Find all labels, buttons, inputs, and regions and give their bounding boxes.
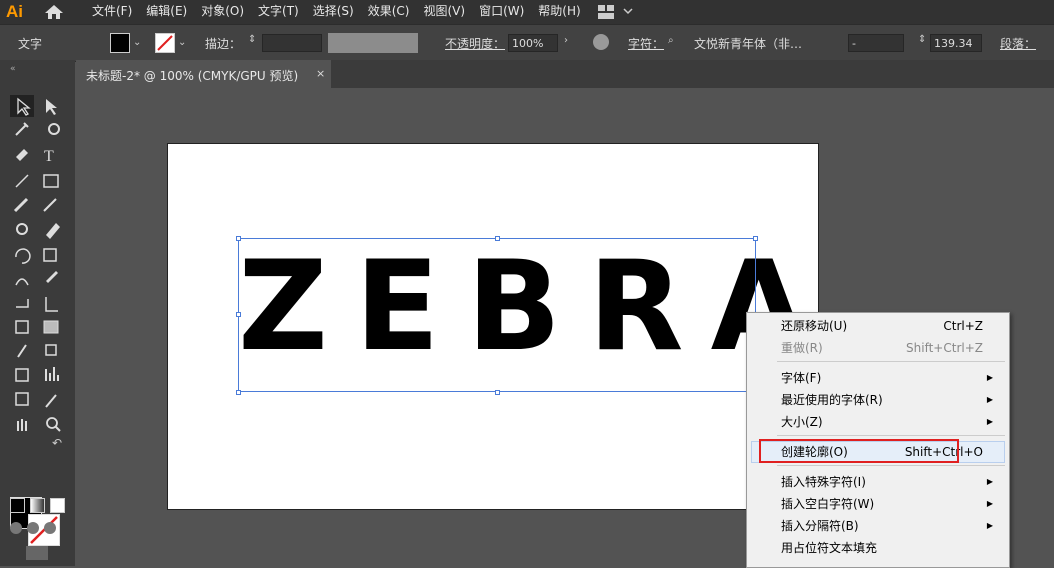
stepper-icon[interactable]: ⇕ bbox=[248, 34, 256, 45]
selection-bounding-box[interactable] bbox=[238, 238, 756, 392]
chevron-down-icon[interactable]: ⌄ bbox=[133, 37, 141, 48]
workspace-switcher-icon[interactable] bbox=[598, 5, 634, 19]
menu-bar: Ai 文件(F) 编辑(E) 对象(O) 文字(T) 选择(S) 效果(C) 视… bbox=[0, 0, 1054, 24]
menu-item-recent-fonts[interactable]: 最近使用的字体(R) ▶ bbox=[781, 390, 1001, 410]
stroke-label: 描边： bbox=[205, 37, 242, 51]
menu-effect[interactable]: 效果(C) bbox=[368, 0, 410, 24]
control-bar: 文字 ⌄ ⌄ 描边： ⇕ 不透明度： 100% › 字符： ⌕ 文悦新青年体（非… bbox=[0, 24, 1054, 62]
fill-swatch[interactable] bbox=[110, 33, 130, 53]
resize-handle[interactable] bbox=[236, 390, 241, 395]
svg-text:T: T bbox=[44, 148, 54, 165]
variable-width-profile[interactable] bbox=[328, 33, 418, 53]
resize-handle[interactable] bbox=[236, 236, 241, 241]
paragraph-label[interactable]: 段落： bbox=[1000, 35, 1036, 52]
menu-item-size[interactable]: 大小(Z) ▶ bbox=[781, 412, 1001, 432]
stepper-icon[interactable]: ⇕ bbox=[918, 34, 926, 45]
app-logo: Ai bbox=[6, 2, 23, 21]
font-style-field[interactable]: - bbox=[848, 34, 904, 52]
opacity-field[interactable]: 100% bbox=[508, 34, 558, 52]
chevron-right-icon: ▶ bbox=[986, 521, 993, 530]
menu-item-insert-break[interactable]: 插入分隔符(B) ▶ bbox=[781, 516, 1001, 536]
menu-item-font[interactable]: 字体(F) ▶ bbox=[781, 368, 1001, 388]
resize-handle[interactable] bbox=[236, 312, 241, 317]
menu-item-placeholder-text[interactable]: 用占位符文本填充 bbox=[781, 538, 1001, 558]
screen-mode-icon[interactable] bbox=[26, 546, 48, 560]
font-family-field[interactable]: 文悦新青年体（非… bbox=[694, 35, 802, 52]
menu-select[interactable]: 选择(S) bbox=[313, 0, 354, 24]
character-label[interactable]: 字符： bbox=[628, 35, 664, 52]
recolor-icon[interactable] bbox=[593, 34, 609, 50]
chevron-right-icon: ▶ bbox=[986, 395, 993, 404]
close-icon[interactable]: × bbox=[316, 67, 325, 80]
separator bbox=[777, 435, 1005, 436]
annotation-highlight bbox=[759, 439, 959, 463]
chevron-right-icon: ▶ bbox=[986, 499, 993, 508]
resize-handle[interactable] bbox=[495, 390, 500, 395]
document-tab-bar: 未标题-2* @ 100% (CMYK/GPU 预览) × bbox=[76, 60, 1054, 88]
menu-item-insert-whitespace[interactable]: 插入空白字符(W) ▶ bbox=[781, 494, 1001, 514]
menu-window[interactable]: 窗口(W) bbox=[479, 0, 524, 24]
none-mode-icon[interactable] bbox=[50, 498, 65, 513]
resize-handle[interactable] bbox=[753, 236, 758, 241]
menu-item-undo[interactable]: 还原移动(U) Ctrl+Z bbox=[781, 316, 1001, 336]
chevron-right-icon: ▶ bbox=[986, 373, 993, 382]
menu-edit[interactable]: 编辑(E) bbox=[146, 0, 187, 24]
font-size-field[interactable]: 139.34 bbox=[930, 34, 982, 52]
context-label: 文字 bbox=[18, 37, 43, 51]
resize-handle[interactable] bbox=[495, 236, 500, 241]
chevron-right-icon[interactable]: › bbox=[564, 35, 568, 46]
document-tab[interactable]: 未标题-2* @ 100% (CMYK/GPU 预览) × bbox=[76, 60, 331, 88]
chevron-down-icon[interactable]: ⌄ bbox=[178, 37, 186, 48]
search-icon[interactable]: ⌕ bbox=[668, 35, 674, 46]
home-icon[interactable] bbox=[44, 4, 64, 20]
menu-view[interactable]: 视图(V) bbox=[423, 0, 465, 24]
draw-mode-icons[interactable] bbox=[10, 522, 62, 536]
menu-type[interactable]: 文字(T) bbox=[258, 0, 299, 24]
swap-colors-icon[interactable]: ↶ bbox=[52, 436, 62, 450]
tools-panel: « T ↶ bbox=[0, 60, 75, 566]
menu-file[interactable]: 文件(F) bbox=[92, 0, 132, 24]
chevron-right-icon: ▶ bbox=[986, 417, 993, 426]
menu-item-redo: 重做(R) Shift+Ctrl+Z bbox=[781, 341, 983, 355]
menu-help[interactable]: 帮助(H) bbox=[538, 0, 580, 24]
menu-object[interactable]: 对象(O) bbox=[201, 0, 244, 24]
chevron-right-icon: ▶ bbox=[986, 477, 993, 486]
collapse-icon[interactable]: « bbox=[10, 64, 50, 74]
gradient-mode-icon[interactable] bbox=[30, 498, 45, 513]
stroke-weight-field[interactable] bbox=[262, 34, 322, 52]
separator bbox=[777, 465, 1005, 466]
tool-icons[interactable]: T bbox=[10, 95, 68, 475]
separator bbox=[777, 361, 1005, 362]
color-mode-icon[interactable] bbox=[10, 498, 25, 513]
document-tab-title: 未标题-2* @ 100% (CMYK/GPU 预览) bbox=[86, 69, 299, 83]
stroke-swatch[interactable] bbox=[155, 33, 175, 53]
menu-item-insert-special-char[interactable]: 插入特殊字符(I) ▶ bbox=[781, 472, 1001, 492]
opacity-label[interactable]: 不透明度： bbox=[445, 35, 505, 52]
